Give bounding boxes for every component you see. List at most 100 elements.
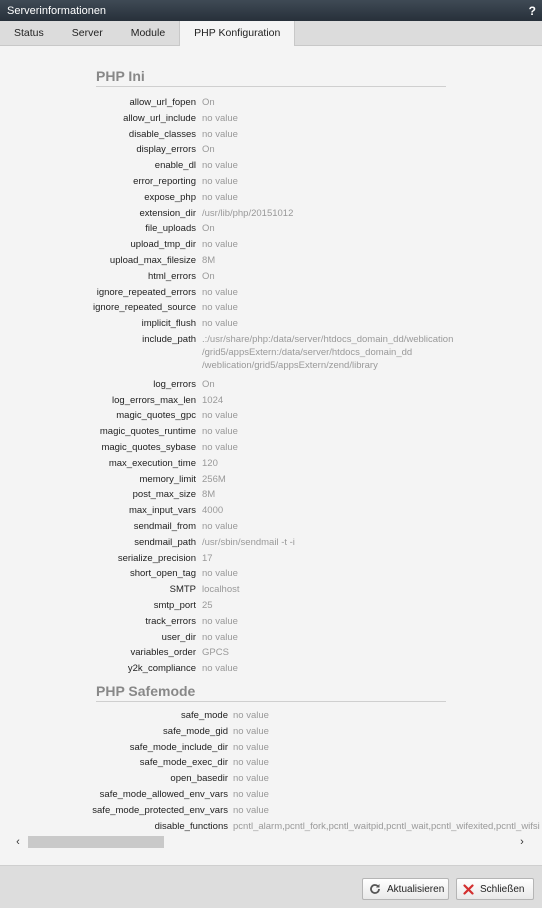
config-value: 8M	[202, 489, 216, 501]
config-value-line: .:/usr/share/php:/data/server/htdocs_dom…	[202, 334, 454, 345]
config-row: variables_order GPCS	[0, 645, 542, 661]
config-row: ignore_repeated_source no value	[0, 300, 542, 316]
config-key: safe_mode_exec_dir	[139, 757, 228, 769]
config-row: max_input_vars 4000	[0, 503, 542, 519]
config-key: allow_url_include	[123, 112, 196, 124]
php-safemode-title: PHP Safemode	[96, 683, 196, 699]
config-row: max_execution_time 120	[0, 456, 542, 472]
config-row: sendmail_from no value	[0, 519, 542, 535]
config-row: memory_limit 256M	[0, 472, 542, 488]
config-row: upload_tmp_dir no value	[0, 237, 542, 253]
config-value: no value	[202, 239, 238, 251]
config-row: short_open_tag no value	[0, 566, 542, 582]
config-value: On	[202, 97, 215, 108]
config-value: no value	[202, 615, 238, 627]
window-titlebar: Serverinformationen ?	[0, 0, 542, 21]
config-row: y2k_compliance no value	[0, 661, 542, 677]
config-key: enable_dl	[154, 160, 196, 172]
config-value: no value	[202, 568, 238, 580]
config-key: memory_limit	[139, 473, 196, 485]
config-value: no value	[233, 741, 269, 753]
close-label: Schließen	[480, 883, 525, 895]
config-key: short_open_tag	[129, 568, 196, 580]
config-key: safe_mode_include_dir	[129, 741, 228, 753]
config-key: display_errors	[136, 144, 196, 156]
config-row: file_uploads On	[0, 221, 542, 237]
tab-status[interactable]: Status	[0, 21, 58, 46]
config-value: 256M	[202, 473, 226, 485]
config-key: upload_max_filesize	[109, 255, 196, 266]
config-value: no value	[202, 442, 238, 453]
config-key: smtp_port	[153, 600, 196, 611]
refresh-button[interactable]: Aktualisieren	[362, 878, 449, 900]
config-value: 4000	[202, 505, 224, 517]
config-value: .:/usr/share/php:/data/server/htdocs_dom…	[202, 333, 454, 372]
config-value-line: /weblication/grid5/appsExtern/zend/libra…	[202, 360, 378, 371]
config-row: allow_url_include no value	[0, 111, 542, 127]
config-key: post_max_size	[132, 489, 196, 501]
config-value: /usr/sbin/sendmail -t -i	[202, 536, 295, 548]
config-value: no value	[233, 757, 269, 769]
config-key: sendmail_from	[133, 521, 196, 532]
config-key: expose_php	[144, 191, 196, 203]
config-key: ignore_repeated_errors	[96, 286, 196, 298]
config-key: open_basedir	[170, 773, 228, 785]
config-value: On	[202, 223, 215, 235]
php-safemode-divider	[96, 701, 446, 702]
config-key: track_errors	[145, 615, 196, 627]
config-value: no value	[233, 804, 269, 816]
tab-server[interactable]: Server	[58, 21, 117, 46]
config-key: implicit_flush	[141, 318, 196, 330]
config-row: disable_classes no value	[0, 127, 542, 143]
scroll-left-icon[interactable]: ‹	[10, 835, 26, 849]
config-value: On	[202, 378, 215, 390]
tab-php-konfiguration[interactable]: PHP Konfiguration	[179, 21, 296, 47]
config-value: no value	[233, 789, 269, 800]
scroll-right-icon[interactable]: ›	[514, 835, 530, 849]
config-row: serialize_precision 17	[0, 551, 542, 567]
close-icon	[463, 883, 474, 895]
tab-module[interactable]: Module	[117, 21, 179, 46]
window-title: Serverinformationen	[7, 4, 107, 17]
config-key: safe_mode_protected_env_vars	[92, 804, 228, 816]
scrollbar-thumb[interactable]	[28, 836, 164, 848]
config-value: pcntl_alarm,pcntl_fork,pcntl_waitpid,pcn…	[233, 820, 540, 832]
php-config-panel[interactable]: PHP Ini allow_url_fopen On allow_url_inclu…	[0, 46, 542, 834]
config-value: localhost	[202, 584, 240, 596]
config-row: magic_quotes_gpc no value	[0, 408, 542, 424]
config-row: display_errors On	[0, 142, 542, 158]
config-value: no value	[202, 176, 238, 187]
config-key: extension_dir	[139, 207, 196, 219]
config-key: serialize_precision	[117, 552, 196, 564]
config-value: no value	[202, 631, 238, 643]
config-row: log_errors On	[0, 377, 542, 393]
config-key: disable_functions	[154, 820, 228, 832]
config-key: file_uploads	[145, 223, 196, 235]
config-key: y2k_compliance	[127, 663, 196, 675]
config-key: disable_classes	[128, 128, 196, 140]
config-key: error_reporting	[133, 176, 196, 187]
config-key: sendmail_path	[134, 536, 196, 548]
config-value: GPCS	[202, 647, 229, 659]
config-key: allow_url_fopen	[129, 97, 196, 108]
config-key: log_errors_max_len	[112, 394, 196, 406]
config-row: post_max_size 8M	[0, 487, 542, 503]
config-value: 25	[202, 600, 213, 611]
config-value: On	[202, 270, 215, 282]
php-ini-divider	[96, 86, 446, 87]
config-key: variables_order	[130, 647, 196, 659]
config-row: safe_mode_gid no value	[0, 724, 542, 740]
config-value: no value	[233, 710, 269, 721]
config-key: safe_mode_gid	[163, 725, 228, 737]
config-value: no value	[202, 302, 238, 314]
help-button[interactable]: ?	[529, 4, 536, 18]
config-row: safe_mode_protected_env_vars no value	[0, 803, 542, 819]
horizontal-scrollbar[interactable]: ‹ ›	[0, 834, 542, 850]
close-button[interactable]: Schließen	[456, 878, 534, 900]
config-key: max_execution_time	[108, 457, 196, 469]
config-key: magic_quotes_runtime	[99, 426, 196, 438]
config-row: allow_url_fopen On	[0, 95, 542, 111]
config-row: track_errors no value	[0, 614, 542, 630]
config-key: SMTP	[169, 584, 196, 596]
config-key: log_errors	[153, 378, 196, 390]
